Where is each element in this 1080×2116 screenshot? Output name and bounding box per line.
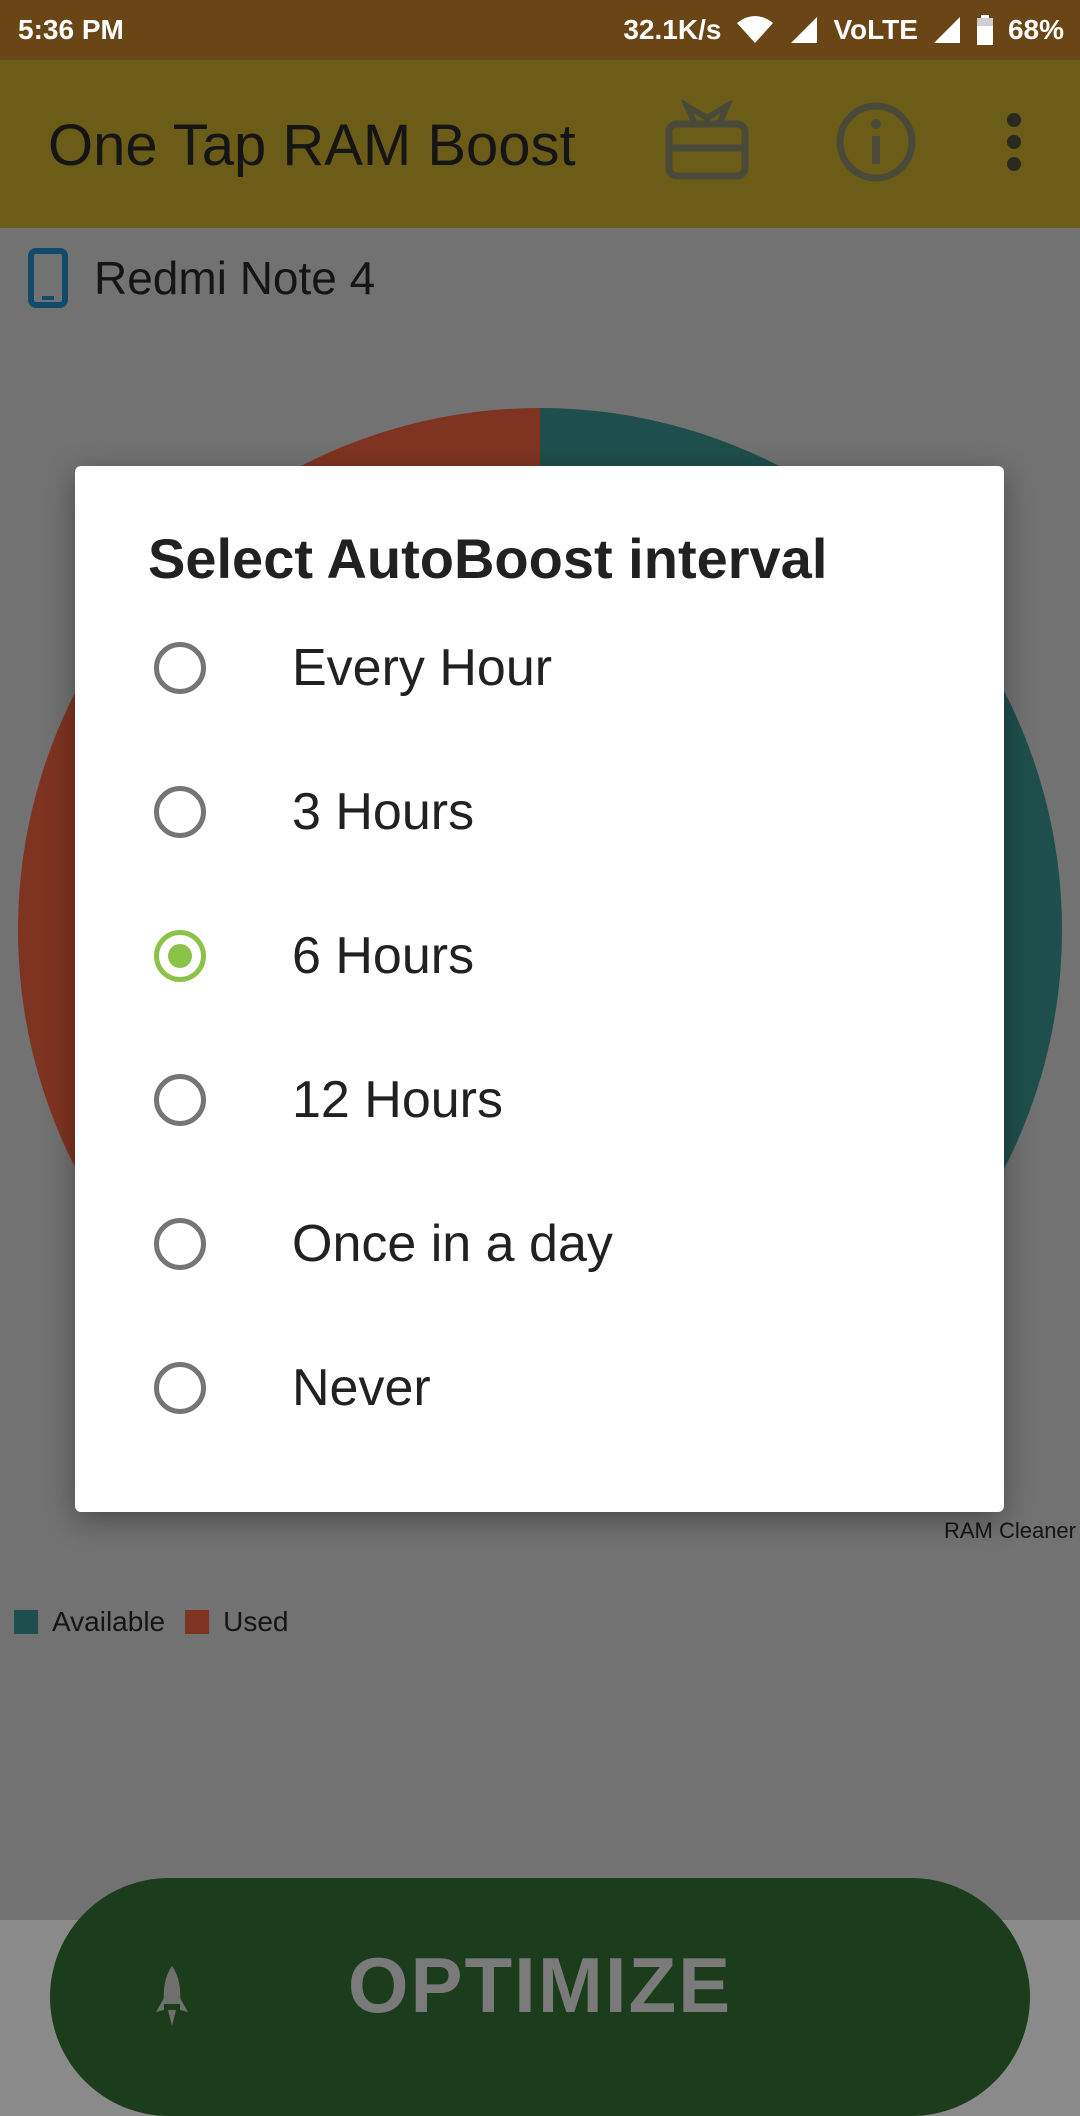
legend-swatch-used — [185, 1610, 210, 1634]
signal-icon — [791, 17, 818, 43]
option-3-hours[interactable]: 3 Hours — [75, 740, 1004, 884]
option-label: Never — [292, 1359, 431, 1417]
radio-button-selected[interactable] — [154, 930, 206, 982]
optimize-label: OPTIMIZE — [347, 1941, 733, 2029]
radio-button[interactable] — [154, 786, 206, 838]
status-time: 5:36 PM — [18, 14, 124, 45]
option-label: 3 Hours — [292, 783, 475, 841]
option-never[interactable]: Never — [75, 1316, 1004, 1460]
device-row: Redmi Note 4 — [28, 246, 375, 310]
wifi-icon — [737, 16, 774, 43]
legend-label-used: Used — [223, 1606, 289, 1637]
network-type: VoLTE — [833, 14, 918, 45]
info-icon[interactable] — [834, 100, 918, 184]
option-once-a-day[interactable]: Once in a day — [75, 1172, 1004, 1316]
gift-icon[interactable] — [665, 100, 749, 184]
radio-button[interactable] — [154, 1218, 206, 1270]
option-6-hours[interactable]: 6 Hours — [75, 884, 1004, 1028]
legend-label-available: Available — [52, 1606, 166, 1637]
battery-level: 68% — [1007, 14, 1064, 45]
network-speed: 32.1K/s — [623, 14, 722, 45]
status-bar: 5:36 PM 32.1K/s VoLTE 68% — [0, 0, 1080, 60]
option-12-hours[interactable]: 12 Hours — [75, 1028, 1004, 1172]
battery-icon — [976, 15, 993, 45]
device-name: Redmi Note 4 — [94, 252, 376, 304]
option-label: 6 Hours — [292, 927, 475, 985]
chart-caption: RAM Cleaner — [943, 1518, 1076, 1543]
status-right: 32.1K/s VoLTE 68% — [623, 14, 1064, 46]
option-label: Once in a day — [292, 1215, 613, 1273]
option-label: Every Hour — [292, 639, 553, 697]
option-label: 12 Hours — [292, 1071, 503, 1129]
option-every-hour[interactable]: Every Hour — [75, 596, 1004, 740]
chart-legend: Available Used — [14, 1606, 289, 1638]
autoboost-dialog: Select AutoBoost interval Every Hour 3 H… — [75, 466, 1004, 1512]
legend-swatch-available — [14, 1610, 38, 1634]
optimize-button[interactable]: OPTIMIZE — [50, 1878, 1030, 2116]
radio-button[interactable] — [154, 1074, 206, 1126]
app-title: One Tap RAM Boost — [48, 113, 576, 178]
app-bar: One Tap RAM Boost — [0, 60, 1080, 228]
radio-button[interactable] — [154, 1362, 206, 1414]
dialog-title: Select AutoBoost interval — [148, 527, 828, 590]
signal-icon-2 — [933, 17, 960, 43]
phone-icon — [28, 248, 68, 308]
more-vert-icon[interactable] — [990, 100, 1038, 184]
radio-button[interactable] — [154, 642, 206, 694]
